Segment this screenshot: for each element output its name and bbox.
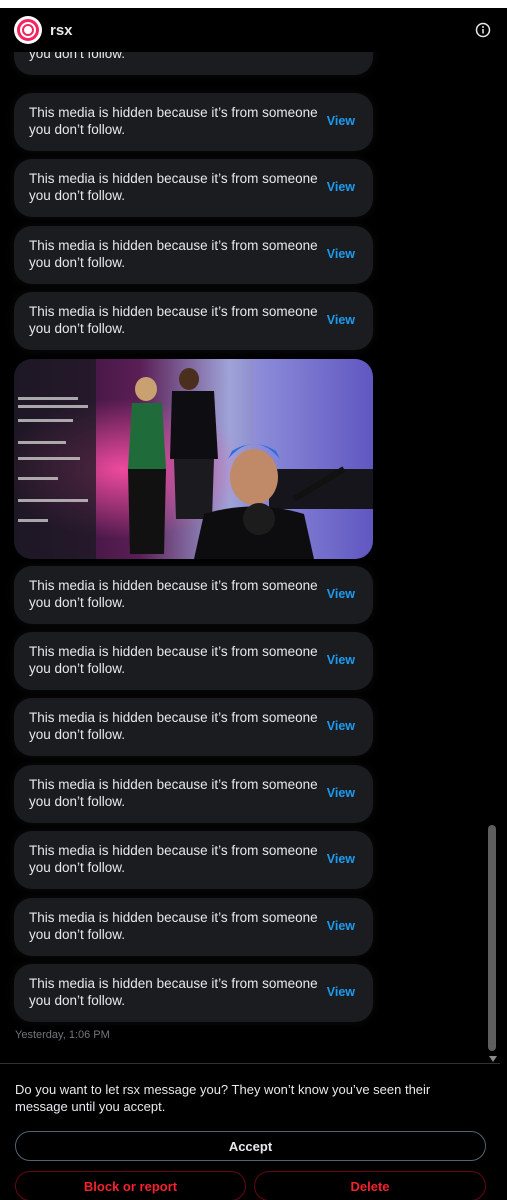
avatar[interactable] xyxy=(14,16,42,44)
hidden-media-text: This media is hidden because it’s from s… xyxy=(29,777,318,809)
message-timestamp: Yesterday, 1:06 PM xyxy=(15,1029,110,1041)
view-media-button[interactable]: View xyxy=(327,114,355,128)
conversation-title[interactable]: rsx xyxy=(50,22,73,39)
hidden-media-message: This media is hidden because it’s from s… xyxy=(14,159,373,217)
hidden-media-message: This media is hidden because it’s from s… xyxy=(14,898,373,956)
view-media-button[interactable]: View xyxy=(327,313,355,327)
hidden-media-text: This media is hidden because it’s from s… xyxy=(29,105,318,137)
window-top-strip xyxy=(0,0,507,8)
hidden-media-message: This media is hidden because it’s from s… xyxy=(14,765,373,823)
stream-photo xyxy=(14,359,373,559)
delete-button[interactable]: Delete xyxy=(254,1171,486,1200)
hidden-media-text: This media is hidden because it’s from s… xyxy=(29,578,318,610)
hidden-media-message: This media is hidden because it’s from s… xyxy=(14,52,373,75)
hidden-media-text: This media is hidden because it’s from s… xyxy=(29,910,318,942)
hidden-media-text: This media is hidden because it’s from s… xyxy=(29,843,318,875)
hidden-media-message: This media is hidden because it’s from s… xyxy=(14,292,373,350)
view-media-button[interactable]: View xyxy=(327,180,355,194)
scroll-down-arrow-icon[interactable] xyxy=(489,1056,497,1062)
view-media-button[interactable]: View xyxy=(327,719,355,733)
avatar-logo-inner xyxy=(22,24,34,36)
view-media-button[interactable]: View xyxy=(327,852,355,866)
hidden-media-message: This media is hidden because it’s from s… xyxy=(14,632,373,690)
view-media-button[interactable]: View xyxy=(327,247,355,261)
media-image-stream-still[interactable] xyxy=(14,359,373,559)
hidden-media-text: This media is hidden because it’s from s… xyxy=(29,976,318,1008)
hidden-media-text: This media is hidden because it’s from s… xyxy=(29,710,318,742)
divider xyxy=(0,1063,500,1064)
hidden-media-text: This media is hidden because it’s from s… xyxy=(29,304,318,336)
accept-button[interactable]: Accept xyxy=(15,1131,486,1161)
view-media-button[interactable]: View xyxy=(327,985,355,999)
view-media-button[interactable]: View xyxy=(327,587,355,601)
hidden-media-message: This media is hidden because it’s from s… xyxy=(14,226,373,284)
hidden-media-text: This media is hidden because it’s from s… xyxy=(29,52,126,61)
conversation-header: rsx xyxy=(0,8,507,52)
info-button[interactable] xyxy=(473,20,493,40)
view-media-button[interactable]: View xyxy=(327,653,355,667)
message-list[interactable]: This media is hidden because it’s from s… xyxy=(0,52,500,1062)
message-request-prompt: Do you want to let rsx message you? They… xyxy=(15,1082,431,1114)
hidden-media-text: This media is hidden because it’s from s… xyxy=(29,644,318,676)
hidden-media-message: This media is hidden because it’s from s… xyxy=(14,93,373,151)
hidden-media-message: This media is hidden because it’s from s… xyxy=(14,698,373,756)
view-media-button[interactable]: View xyxy=(327,786,355,800)
hidden-media-message: This media is hidden because it’s from s… xyxy=(14,831,373,889)
hidden-media-text: This media is hidden because it’s from s… xyxy=(29,238,318,270)
view-media-button[interactable]: View xyxy=(327,919,355,933)
info-icon xyxy=(475,22,491,38)
hidden-media-message: This media is hidden because it’s from s… xyxy=(14,566,373,624)
hidden-media-message: This media is hidden because it’s from s… xyxy=(14,964,373,1022)
scrollbar-thumb[interactable] xyxy=(488,825,496,1051)
block-or-report-button[interactable]: Block or report xyxy=(15,1171,246,1200)
hidden-media-text: This media is hidden because it’s from s… xyxy=(29,171,318,203)
message-list-scrollbar[interactable] xyxy=(486,52,500,1062)
